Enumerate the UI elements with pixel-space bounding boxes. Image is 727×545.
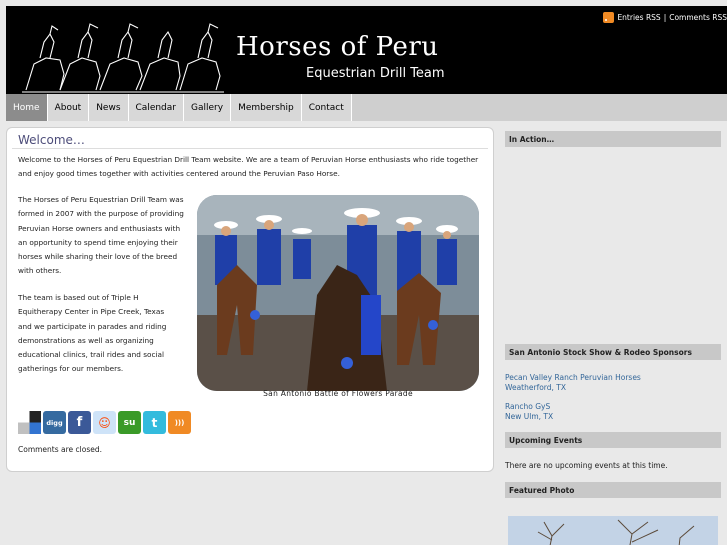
share-icons: digg f ☺ su t ))) <box>18 411 191 434</box>
delicious-glyph <box>18 411 41 434</box>
entries-rss-link[interactable]: Entries RSS <box>617 13 660 22</box>
nav-gallery[interactable]: Gallery <box>184 94 232 121</box>
intro-paragraph: Welcome to the Horses of Peru Equestrian… <box>18 155 479 179</box>
sponsor-location[interactable]: New Ulm, TX <box>505 412 553 422</box>
nav-contact[interactable]: Contact <box>301 94 352 121</box>
title-divider <box>12 148 488 149</box>
site-tagline: Equestrian Drill Team <box>306 66 445 81</box>
based-paragraph: The team is based out of Triple H Equith… <box>18 293 167 374</box>
comments-closed-text: Comments are closed. <box>18 445 103 454</box>
comments-rss-link[interactable]: Comments RSS <box>669 13 727 22</box>
facebook-icon[interactable]: f <box>68 411 91 434</box>
site-header: Horses of Peru Equestrian Drill Team Ent… <box>6 6 727 94</box>
main-nav: Home About News Calendar Gallery Members… <box>6 94 727 121</box>
rss-icon[interactable] <box>603 12 615 23</box>
page-title: Welcome… <box>18 133 85 147</box>
upcoming-events-heading: Upcoming Events <box>505 432 721 448</box>
reddit-icon[interactable]: ☺ <box>93 411 116 434</box>
sponsor-location[interactable]: Weatherford, TX <box>505 383 641 393</box>
featured-photo[interactable] <box>508 516 718 545</box>
nav-news[interactable]: News <box>89 94 129 121</box>
sponsor-link-pecan-valley[interactable]: Pecan Valley Ranch Peruvian Horses Weath… <box>505 373 641 392</box>
sponsor-link-rancho-gys[interactable]: Rancho GyS New Ulm, TX <box>505 402 553 421</box>
sponsor-name[interactable]: Pecan Valley Ranch Peruvian Horses <box>505 373 641 383</box>
delicious-icon[interactable] <box>18 411 41 434</box>
parade-photo[interactable] <box>197 195 479 391</box>
rss-icon[interactable]: ))) <box>168 411 191 434</box>
nav-membership[interactable]: Membership <box>231 94 302 121</box>
rss-links: Entries RSS | Comments RSS <box>603 12 727 23</box>
site-title[interactable]: Horses of Peru <box>236 32 439 62</box>
parade-photo-illustration <box>197 195 479 391</box>
content-panel: Welcome… Welcome to the Horses of Peru E… <box>6 127 494 472</box>
featured-photo-illustration <box>508 516 718 545</box>
rss-separator: | <box>663 13 667 22</box>
formed-paragraph: The Horses of Peru Equestrian Drill Team… <box>18 195 184 276</box>
stumbleupon-icon[interactable]: su <box>118 411 141 434</box>
nav-calendar[interactable]: Calendar <box>128 94 184 121</box>
upcoming-events-text: There are no upcoming events at this tim… <box>505 461 668 470</box>
digg-icon[interactable]: digg <box>43 411 66 434</box>
sponsors-heading: San Antonio Stock Show & Rodeo Sponsors <box>505 344 721 360</box>
nav-home[interactable]: Home <box>6 94 48 121</box>
in-action-heading: In Action… <box>505 131 721 147</box>
sponsor-name[interactable]: Rancho GyS <box>505 402 553 412</box>
featured-photo-heading: Featured Photo <box>505 482 721 498</box>
horse-riders-logo[interactable] <box>20 20 226 96</box>
nav-about[interactable]: About <box>47 94 90 121</box>
photo-caption: San Antonio Battle of Flowers Parade <box>263 389 413 398</box>
twitter-icon[interactable]: t <box>143 411 166 434</box>
